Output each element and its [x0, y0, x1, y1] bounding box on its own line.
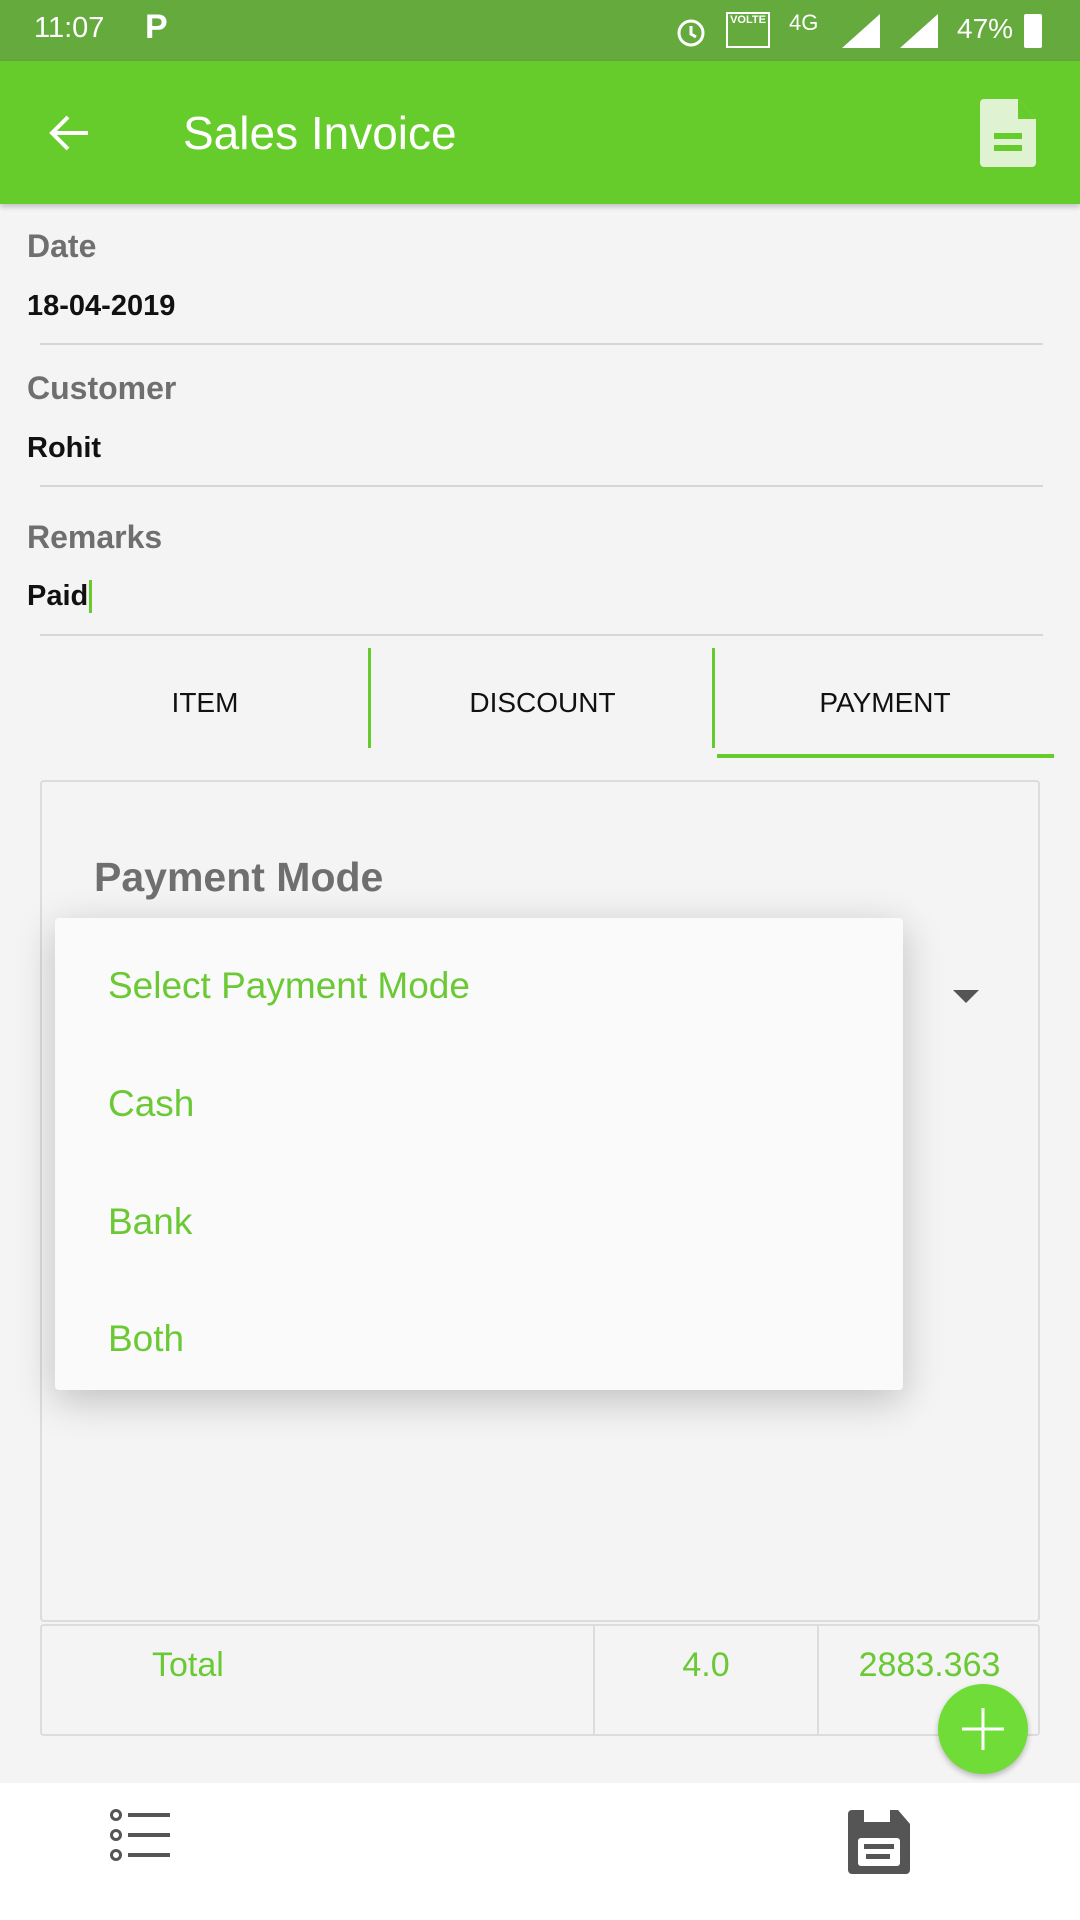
volte-icon: VOLTE [726, 12, 770, 48]
tab-item-label: ITEM [171, 687, 239, 718]
tab-divider [712, 648, 715, 748]
total-quantity: 4.0 [682, 1646, 730, 1684]
dropdown-option-both[interactable]: Both [108, 1318, 184, 1360]
remarks-field[interactable]: Paid [27, 580, 93, 613]
plus-icon [962, 1708, 1004, 1750]
battery-icon [1024, 14, 1042, 48]
save-icon[interactable] [848, 1810, 910, 1874]
app-bar: Sales Invoice [0, 61, 1080, 204]
dropdown-option-bank[interactable]: Bank [108, 1201, 192, 1243]
customer-label: Customer [27, 370, 177, 406]
battery-percent: 47% [957, 13, 1014, 44]
tab-discount[interactable]: DISCOUNT [371, 648, 714, 758]
date-label: Date [27, 228, 97, 264]
total-label: Total [152, 1646, 224, 1684]
tab-indicator [717, 754, 1054, 758]
alarm-icon [677, 19, 705, 47]
signal-icon-2 [900, 14, 938, 48]
status-bar: 11:07 P VOLTE 4G 47% [0, 0, 1080, 61]
dropdown-option-cash[interactable]: Cash [108, 1083, 194, 1125]
divider [40, 485, 1043, 487]
list-icon[interactable] [110, 1807, 176, 1863]
tab-payment-label: PAYMENT [819, 687, 951, 718]
remarks-label: Remarks [27, 519, 163, 555]
tab-payment[interactable]: PAYMENT [716, 648, 1054, 758]
signal-icon [842, 14, 880, 48]
network-type: 4G [789, 10, 819, 35]
tab-discount-label: DISCOUNT [469, 687, 616, 718]
payment-mode-title: Payment Mode [94, 854, 384, 900]
volte-label: VOLTE [730, 14, 766, 26]
status-time: 11:07 [34, 12, 105, 44]
payment-mode-dropdown: Select Payment Mode Cash Bank Both [55, 918, 903, 1390]
document-icon[interactable] [980, 99, 1036, 167]
totals-row: Total 4.0 2883.363 [40, 1624, 1040, 1736]
app-notification-icon: P [145, 8, 168, 46]
tab-item[interactable]: ITEM [40, 648, 370, 758]
divider [40, 343, 1043, 345]
page-title: Sales Invoice [183, 107, 457, 159]
arrow-left-icon[interactable] [46, 109, 94, 157]
customer-field[interactable]: Rohit [27, 432, 101, 465]
add-fab-button[interactable] [938, 1684, 1028, 1774]
bottom-bar [0, 1783, 1080, 1920]
date-field[interactable]: 18-04-2019 [27, 290, 175, 323]
total-amount: 2883.363 [858, 1646, 1001, 1684]
dropdown-option-select[interactable]: Select Payment Mode [108, 965, 470, 1007]
divider [40, 634, 1043, 636]
chevron-down-icon[interactable] [953, 990, 979, 1004]
